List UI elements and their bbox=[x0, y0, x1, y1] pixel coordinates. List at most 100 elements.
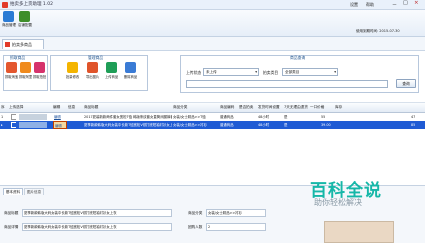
col-header-select[interactable]: 上传选择 bbox=[8, 103, 54, 113]
maximize-button[interactable]: □ bbox=[403, 0, 408, 6]
row-refund: 是 bbox=[284, 115, 288, 119]
subtab-strip: 拍卖多商品 bbox=[0, 37, 425, 51]
edit-link-highlighted[interactable]: 编辑 bbox=[53, 121, 67, 129]
row-price: 55 bbox=[321, 115, 326, 119]
paipai-icon bbox=[33, 62, 45, 73]
chevron-down-icon: ▾ bbox=[334, 70, 336, 74]
detail-title-label: 商品标题 bbox=[4, 211, 19, 215]
search-button[interactable]: 查询 bbox=[396, 79, 416, 88]
fetch-group-title: 抓取商品 bbox=[10, 55, 26, 60]
fetch-paipai-button[interactable]: 抓取拍拍 bbox=[33, 62, 47, 79]
col-header-price[interactable]: 一口价格 bbox=[309, 103, 336, 113]
product-grid: 序 上传选择 编辑 信息 商品标题 商品分类 商品编码 是否拍卖 发货时间设置 … bbox=[0, 103, 425, 185]
row-auction bbox=[238, 113, 257, 121]
watermark: 百科全说 助你轻松解决 bbox=[300, 176, 392, 208]
app-icon bbox=[2, 2, 8, 8]
title-bar: 拍卖多上货助理 1.02 设置 帮助 － □ × bbox=[0, 0, 425, 10]
row-thumbnail bbox=[18, 121, 50, 129]
row-title: 2017夏装新款两件套女宽松T恤 韩版条纹套女直筒阔腿裤套装 bbox=[84, 115, 172, 119]
edit-link[interactable]: 编辑 bbox=[53, 113, 67, 121]
help-link[interactable]: 帮助 bbox=[366, 2, 374, 8]
col-header-category[interactable]: 商品分类 bbox=[172, 103, 221, 113]
row-price: 39.00 bbox=[321, 123, 331, 127]
product-image-preview bbox=[324, 221, 394, 243]
row-thumbnail bbox=[18, 113, 50, 121]
row-stock: 47 bbox=[411, 115, 416, 119]
row-number: 1 bbox=[1, 115, 4, 119]
upload-product-button[interactable]: 上传商品 bbox=[105, 62, 119, 79]
export-image-button[interactable]: 导出图片 bbox=[86, 62, 100, 79]
upload-status-select[interactable]: 未上传 ▾ bbox=[203, 68, 259, 76]
batch-edit-icon bbox=[66, 62, 78, 73]
fetch-taobao-label: 抓取淘宝 bbox=[5, 75, 19, 79]
delete-product-button[interactable]: 删除商品 bbox=[124, 62, 138, 79]
col-header-title[interactable]: 商品标题 bbox=[83, 103, 174, 113]
close-button[interactable]: × bbox=[414, 0, 419, 6]
row-type: 普通商品 bbox=[220, 123, 234, 127]
detail-desc-label: 商品详情 bbox=[4, 225, 19, 229]
row-auction bbox=[238, 121, 257, 129]
tab-icon bbox=[5, 42, 10, 47]
row-checkbox[interactable] bbox=[10, 121, 16, 129]
minimize-button[interactable]: － bbox=[392, 1, 397, 8]
category-value: 全部类目 bbox=[285, 70, 300, 74]
shop-config-label: 店铺配置 bbox=[18, 23, 32, 27]
row-refund: 是 bbox=[284, 123, 288, 127]
export-image-icon bbox=[86, 62, 98, 73]
fetch-taobao-button[interactable]: 抓取淘宝 bbox=[5, 62, 19, 79]
window-title: 拍卖多上货助理 1.02 bbox=[10, 2, 53, 7]
batch-edit-button[interactable]: 批量修改 bbox=[66, 62, 80, 79]
detail-category-label: 商品分类 bbox=[188, 211, 203, 215]
upload-icon bbox=[105, 62, 117, 73]
detail-count-field[interactable]: 2 bbox=[206, 223, 266, 231]
manage-group-title: 管理商品 bbox=[88, 55, 104, 60]
batch-edit-label: 批量修改 bbox=[66, 75, 80, 79]
main-toolbar: 商品管理 店铺配置 使用到期时间: 2015-07-30 bbox=[0, 10, 425, 37]
chevron-down-icon: ▾ bbox=[255, 70, 257, 74]
category-select[interactable]: 全部类目 ▾ bbox=[282, 68, 338, 76]
tab-auction-products[interactable]: 拍卖多商品 bbox=[2, 39, 44, 49]
row-title: 夏季新款韩版大码女装中长款T恤宽松V领打底短袖衬衫女上衣 bbox=[84, 123, 172, 127]
alibaba-icon bbox=[19, 62, 31, 73]
col-header-refund[interactable]: 7天无理由退货 bbox=[283, 103, 311, 113]
tab-basic-info[interactable]: 基本资料 bbox=[3, 188, 23, 195]
product-manage-label: 商品管理 bbox=[2, 23, 16, 27]
upload-status-value: 未上传 bbox=[206, 70, 217, 74]
product-manage-button[interactable]: 商品管理 bbox=[2, 11, 16, 28]
tab-label: 拍卖多商品 bbox=[12, 42, 32, 47]
fetch-alibaba-label: 抓取阿里 bbox=[19, 75, 33, 79]
detail-title-field[interactable]: 夏季新款韩版大码女装中长款T恤宽松V领打底短袖衬衫女上衣 bbox=[22, 209, 172, 217]
search-button-label: 查询 bbox=[402, 81, 410, 86]
shop-config-button[interactable]: 店铺配置 bbox=[18, 11, 32, 28]
export-image-label: 导出图片 bbox=[86, 75, 100, 79]
account-expiry: 使用到期时间: 2015-07-30 bbox=[356, 29, 400, 33]
watermark-sub: 助你轻松解决 bbox=[314, 198, 362, 207]
detail-desc-field[interactable]: 夏季新款韩版大码女装中长款T恤宽松V领打底短袖衬衫女上衣 bbox=[22, 223, 172, 231]
col-header-ship[interactable]: 发货时间设置 bbox=[257, 103, 285, 113]
row-category: 女装/女士精品>>衬衫 bbox=[173, 123, 207, 127]
product-manage-icon bbox=[3, 11, 14, 22]
tab-image-info[interactable]: 图片信息 bbox=[24, 188, 44, 195]
row-ship: 48小时 bbox=[258, 115, 270, 119]
category-label: 拍卖类目 bbox=[263, 70, 279, 75]
search-input[interactable] bbox=[186, 80, 388, 88]
upload-status-label: 上传状态 bbox=[186, 70, 202, 75]
table-row-selected[interactable]: ▸ 编辑 夏季新款韩版大码女装中长款T恤宽松V领打底短袖衬衫女上衣 女装/女士精… bbox=[0, 121, 425, 129]
row-checkbox[interactable] bbox=[10, 113, 16, 121]
delete-product-label: 删除商品 bbox=[124, 75, 138, 79]
row-stock: 85 bbox=[411, 123, 416, 127]
query-group-title: 商品查询 bbox=[290, 55, 306, 60]
shop-config-icon bbox=[19, 11, 30, 22]
col-header-code[interactable]: 商品编码 bbox=[219, 103, 240, 113]
row-selected-arrow: ▸ bbox=[1, 123, 3, 127]
col-header-auction[interactable]: 是否拍卖 bbox=[238, 103, 259, 113]
fetch-paipai-label: 抓取拍拍 bbox=[33, 75, 47, 79]
col-header-stock[interactable]: 库存 bbox=[334, 103, 425, 113]
delete-icon bbox=[124, 62, 136, 73]
detail-category-field[interactable]: 女装/女士精品>>衬衫 bbox=[206, 209, 266, 217]
fetch-alibaba-button[interactable]: 抓取阿里 bbox=[19, 62, 33, 79]
detail-count-label: 团购人数 bbox=[188, 225, 203, 229]
row-type: 普通商品 bbox=[220, 115, 234, 119]
settings-link[interactable]: 设置 bbox=[350, 2, 358, 8]
upload-product-label: 上传商品 bbox=[105, 75, 119, 79]
